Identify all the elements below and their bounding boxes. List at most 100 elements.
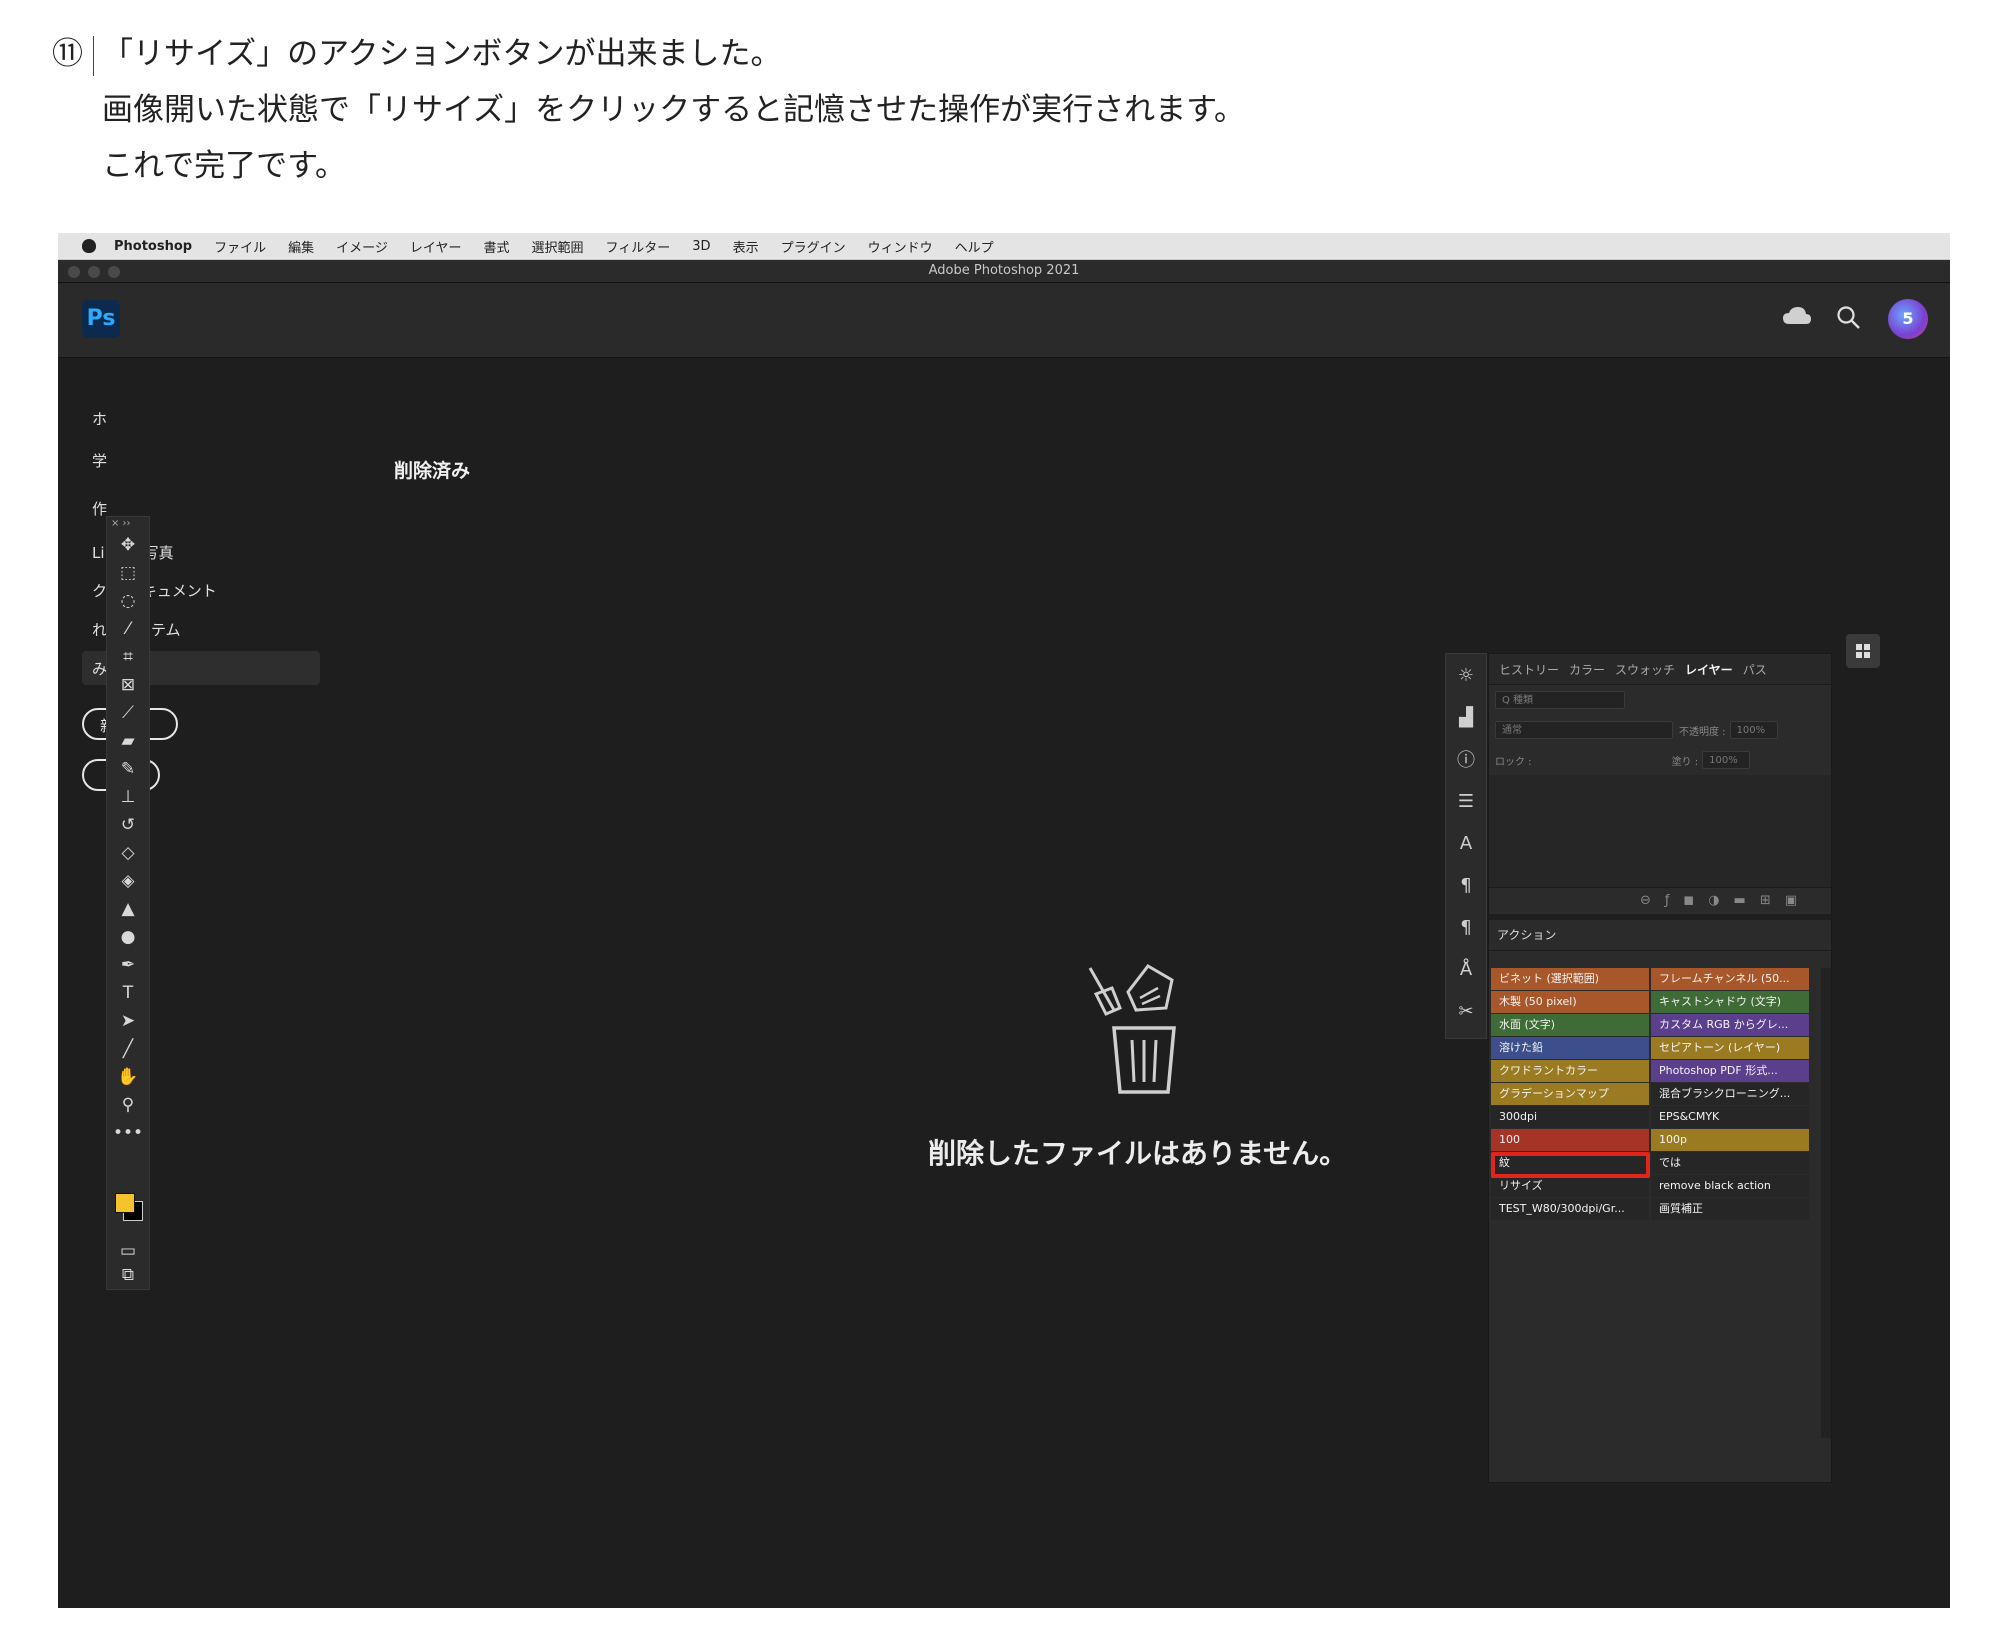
photoshop-screenshot: Photoshop ファイル 編集 イメージ レイヤー 書式 選択範囲 フィルタ… [58, 233, 1950, 1608]
tools-panel: × ›› ✥ ⬚ ◌ ⁄ ⌗ ⊠ ⟋ ▰ ✎ ⊥ ↺ ◇ ◈ ▲ ● ✒ T ➤… [106, 516, 150, 1290]
action-button[interactable]: 100p [1651, 1129, 1809, 1151]
actions-row: 溶けた鉛 セピアトーン (レイヤー) [1491, 1037, 1811, 1059]
menu-image[interactable]: イメージ [336, 237, 388, 256]
workspace-grid-button[interactable] [1846, 634, 1880, 668]
action-button[interactable]: 水面 (文字) [1491, 1014, 1649, 1036]
character-icon[interactable]: A [1446, 822, 1486, 864]
toolbar-header[interactable]: × ›› [107, 517, 149, 531]
window-titlebar: Adobe Photoshop 2021 [58, 260, 1950, 283]
blend-mode-select[interactable]: 通常 [1495, 721, 1673, 739]
tools-preset-icon[interactable]: ✂ [1446, 990, 1486, 1032]
tab-layers[interactable]: レイヤー [1685, 661, 1733, 678]
action-button[interactable]: 画質補正 [1651, 1198, 1809, 1220]
tab-paths[interactable]: パス [1743, 661, 1767, 678]
search-icon[interactable] [1836, 305, 1862, 331]
dodge-icon[interactable]: ● [107, 923, 149, 951]
action-button[interactable]: 溶けた鉛 [1491, 1037, 1649, 1059]
actions-button-grid: ビネット (選択範囲) フレームチャンネル (50... 木製 (50 pixel)… [1491, 968, 1811, 1221]
stamp-icon[interactable]: ⊥ [107, 783, 149, 811]
blur-icon[interactable]: ▲ [107, 895, 149, 923]
action-button[interactable]: remove black action [1651, 1175, 1809, 1197]
menu-edit[interactable]: 編集 [288, 237, 314, 256]
close-window-button[interactable] [68, 266, 80, 278]
crop-icon[interactable]: ⌗ [107, 643, 149, 671]
screen-mode-icon[interactable]: ⧉ [107, 1261, 149, 1289]
brightness-icon[interactable]: ☼ [1446, 654, 1486, 696]
sidebar-item-learn[interactable]: 学 [92, 450, 107, 471]
paragraph-icon[interactable]: ¶ [1446, 864, 1486, 906]
action-button[interactable]: Photoshop PDF 形式... [1651, 1060, 1809, 1082]
avatar[interactable]: 5 [1888, 299, 1928, 339]
menu-window[interactable]: ウィンドウ [868, 237, 933, 256]
layer-search-input[interactable]: Q 種類 [1495, 691, 1625, 709]
layers-actions-panel: ヒストリー カラー スウォッチ レイヤー パス Q 種類 通常 不透明度 : 1… [1488, 653, 1832, 1483]
paint-bucket-icon[interactable]: ◈ [107, 867, 149, 895]
sidebar-item-home[interactable]: ホ [92, 408, 107, 429]
brush-icon[interactable]: ✎ [107, 755, 149, 783]
action-button[interactable]: リサイズ [1491, 1175, 1649, 1197]
lasso-icon[interactable]: ◌ [107, 587, 149, 615]
healing-icon[interactable]: ▰ [107, 727, 149, 755]
action-button[interactable]: 300dpi [1491, 1106, 1649, 1128]
action-button[interactable]: 木製 (50 pixel) [1491, 991, 1649, 1013]
menu-view[interactable]: 表示 [733, 237, 759, 256]
properties-icon[interactable]: ☰ [1446, 780, 1486, 822]
action-button[interactable]: クワドラントカラー [1491, 1060, 1649, 1082]
minimize-window-button[interactable] [88, 266, 100, 278]
magic-wand-icon[interactable]: ⁄ [107, 615, 149, 643]
more-icon[interactable]: ••• [107, 1119, 149, 1147]
character-styles-icon[interactable]: Å [1446, 948, 1486, 990]
info-icon[interactable]: ⓘ [1446, 738, 1486, 780]
frame-icon[interactable]: ⊠ [107, 671, 149, 699]
foreground-color-swatch[interactable] [115, 1193, 135, 1213]
menu-layer[interactable]: レイヤー [410, 237, 462, 256]
action-button[interactable]: 混合ブラシクローニング... [1651, 1083, 1809, 1105]
actions-row: グラデーションマップ 混合ブラシクローニング... [1491, 1083, 1811, 1105]
menu-select[interactable]: 選択範囲 [532, 237, 584, 256]
actions-row: 木製 (50 pixel) キャストシャドウ (文字) [1491, 991, 1811, 1013]
menu-file[interactable]: ファイル [214, 237, 266, 256]
action-button[interactable]: フレームチャンネル (50... [1651, 968, 1809, 990]
ps-logo[interactable]: Ps [82, 300, 120, 338]
action-button[interactable]: TEST_W80/300dpi/Gr... [1491, 1198, 1649, 1220]
zoom-window-button[interactable] [108, 266, 120, 278]
instruction-line-3: これで完了です。 [102, 148, 346, 184]
action-button[interactable]: では [1651, 1152, 1809, 1174]
type-icon[interactable]: T [107, 979, 149, 1007]
sidebar-item-deleted[interactable]: み [92, 658, 107, 679]
menu-filter[interactable]: フィルター [606, 237, 671, 256]
pen-icon[interactable]: ✒ [107, 951, 149, 979]
apple-icon[interactable] [82, 239, 96, 253]
cloud-icon[interactable] [1782, 305, 1812, 327]
menu-plugins[interactable]: プラグイン [781, 237, 846, 256]
action-button[interactable]: セピアトーン (レイヤー) [1651, 1037, 1809, 1059]
actions-scrollbar[interactable] [1821, 968, 1831, 1438]
menu-help[interactable]: ヘルプ [955, 237, 994, 256]
menu-type[interactable]: 書式 [484, 237, 510, 256]
line-icon[interactable]: ╱ [107, 1035, 149, 1063]
action-button[interactable]: EPS&CMYK [1651, 1106, 1809, 1128]
tab-swatches[interactable]: スウォッチ [1615, 661, 1675, 678]
action-button[interactable]: キャストシャドウ (文字) [1651, 991, 1809, 1013]
marquee-icon[interactable]: ⬚ [107, 559, 149, 587]
fill-input[interactable]: 100% [1702, 751, 1751, 769]
history-brush-icon[interactable]: ↺ [107, 811, 149, 839]
paragraph-styles-icon[interactable]: ¶ [1446, 906, 1486, 948]
hand-icon[interactable]: ✋ [107, 1063, 149, 1091]
zoom-icon[interactable]: ⚲ [107, 1091, 149, 1119]
action-button[interactable]: カスタム RGB からグレ... [1651, 1014, 1809, 1036]
action-button[interactable]: グラデーションマップ [1491, 1083, 1649, 1105]
histogram-icon[interactable]: ▟ [1446, 696, 1486, 738]
menu-3d[interactable]: 3D [692, 239, 710, 254]
tab-color[interactable]: カラー [1569, 661, 1605, 678]
move-tool-icon[interactable]: ✥ [107, 531, 149, 559]
sidebar-item-work[interactable]: 作 [92, 498, 107, 519]
menu-photoshop[interactable]: Photoshop [114, 239, 192, 254]
action-button[interactable]: 100 [1491, 1129, 1649, 1151]
action-button[interactable]: ビネット (選択範囲) [1491, 968, 1649, 990]
eyedropper-icon[interactable]: ⟋ [107, 699, 149, 727]
path-select-icon[interactable]: ➤ [107, 1007, 149, 1035]
opacity-input[interactable]: 100% [1729, 721, 1778, 739]
tab-history[interactable]: ヒストリー [1499, 661, 1559, 678]
eraser-icon[interactable]: ◇ [107, 839, 149, 867]
